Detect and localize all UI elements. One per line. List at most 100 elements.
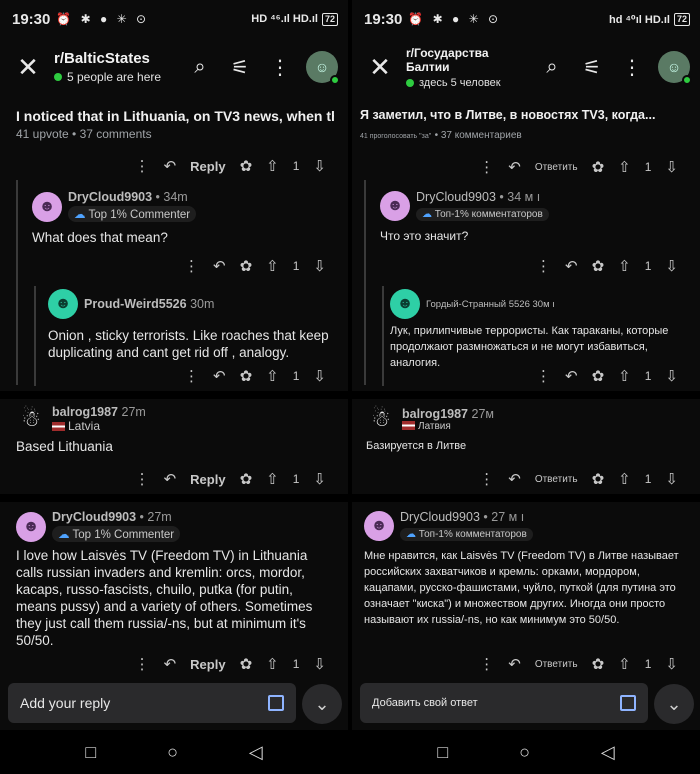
upvote-icon[interactable]: ⇧ [266,257,279,275]
downvote-icon[interactable]: ⇩ [313,367,326,385]
more-icon[interactable]: ⋮ [536,257,551,275]
award-icon[interactable]: ✿ [240,655,253,673]
avatar[interactable]: ☻ [364,511,394,541]
reply-icon[interactable]: ↶ [164,157,177,175]
reply-icon[interactable]: ↶ [565,257,578,275]
more-icon[interactable]: ⋮ [135,157,150,175]
upvote-icon[interactable]: ⇧ [618,257,631,275]
image-icon[interactable] [620,695,636,711]
chevron-down-icon[interactable]: ⌄ [302,684,342,724]
more-icon[interactable]: ⋮ [184,367,199,385]
avatar[interactable]: ☻ [48,289,78,319]
reply-button[interactable]: Ответить [535,659,578,670]
more-icon[interactable]: ⋮ [479,470,494,488]
avatar[interactable]: ☻ [380,191,410,221]
downvote-icon[interactable]: ⇩ [665,257,678,275]
snoo-avatar[interactable]: ☃ [16,404,46,434]
username[interactable]: DryCloud9903 [68,190,152,204]
more-icon[interactable]: ⋮ [184,257,199,275]
post-title[interactable]: I noticed that in Lithuania, on TV3 news… [16,108,334,124]
award-icon[interactable]: ✿ [240,257,253,275]
upvote-icon[interactable]: ⇧ [266,655,279,673]
image-icon[interactable] [268,695,284,711]
reply-icon[interactable]: ↶ [508,470,521,488]
award-icon[interactable]: ✿ [592,655,605,673]
home-icon[interactable]: ○ [519,742,530,763]
comment-text: Что это значит? [380,229,469,243]
recents-icon[interactable]: □ [437,742,448,763]
more-icon[interactable]: ⋮ [135,655,150,673]
filter-icon[interactable]: ⚟ [572,55,612,80]
reply-icon[interactable]: ↶ [508,158,521,176]
home-icon[interactable]: ○ [167,742,178,763]
downvote-icon[interactable]: ⇩ [665,655,678,673]
reply-icon[interactable]: ↶ [164,470,177,488]
award-icon[interactable]: ✿ [592,158,605,176]
filter-icon[interactable]: ⚟ [220,55,260,80]
upvote-icon[interactable]: ⇧ [266,367,279,385]
reply-button[interactable]: Reply [190,657,225,672]
reply-icon[interactable]: ↶ [213,257,226,275]
snoo-avatar[interactable]: ☃ [366,404,396,434]
more-icon[interactable]: ⋮ [479,655,494,673]
downvote-icon[interactable]: ⇩ [665,367,678,385]
user-avatar[interactable]: ☺ [658,51,692,85]
downvote-icon[interactable]: ⇩ [665,470,678,488]
avatar[interactable]: ☻ [390,289,420,319]
more-icon[interactable]: ⋮ [536,367,551,385]
more-icon[interactable]: ⋮ [135,470,150,488]
more-icon[interactable]: ⋮ [260,55,300,80]
close-icon[interactable]: ✕ [358,52,402,83]
reply-button[interactable]: Ответить [535,474,578,485]
reply-button[interactable]: Ответить [535,162,578,173]
award-icon[interactable]: ✿ [592,257,605,275]
reply-button[interactable]: Reply [190,472,225,487]
downvote-icon[interactable]: ⇩ [313,470,326,488]
upvote-icon[interactable]: ⇧ [618,655,631,673]
subreddit-name[interactable]: r/BalticStates [54,50,180,67]
back-icon[interactable]: ◁ [249,742,263,763]
close-icon[interactable]: ✕ [6,52,50,83]
chevron-down-icon[interactable]: ⌄ [654,684,694,724]
subreddit-name[interactable]: r/Государства Балтии [406,46,532,74]
more-icon[interactable]: ⋮ [612,55,652,80]
more-icon[interactable]: ⋮ [479,158,494,176]
avatar[interactable]: ☻ [16,511,46,542]
award-icon[interactable]: ✿ [240,157,253,175]
username[interactable]: balrog1987 [52,405,118,419]
reply-icon[interactable]: ↶ [508,655,521,673]
reply-button[interactable]: Reply [190,159,225,174]
username[interactable]: DryCloud9903 [416,190,496,204]
username[interactable]: Proud-Weird5526 [84,297,187,311]
username[interactable]: DryCloud9903 [52,510,136,524]
award-icon[interactable]: ✿ [592,367,605,385]
reply-icon[interactable]: ↶ [565,367,578,385]
downvote-icon[interactable]: ⇩ [665,158,678,176]
status-bar: 19:30 ⏰ ✱ ● ✳ ⊙ hd ⁴⁰ıl HD.ıl 72 [364,6,690,32]
downvote-icon[interactable]: ⇩ [313,157,326,175]
user-avatar[interactable]: ☺ [306,51,340,85]
reply-icon[interactable]: ↶ [213,367,226,385]
reply-icon[interactable]: ↶ [164,655,177,673]
back-icon[interactable]: ◁ [601,742,615,763]
downvote-icon[interactable]: ⇩ [313,655,326,673]
upvote-icon[interactable]: ⇧ [266,470,279,488]
username[interactable]: DryCloud9903 [400,510,480,524]
downvote-icon[interactable]: ⇩ [313,257,326,275]
post-title[interactable]: Я заметил, что в Литве, в новостях TV3, … [360,108,686,122]
search-icon[interactable]: ⌕ [532,56,572,79]
upvote-icon[interactable]: ⇧ [266,157,279,175]
upvote-icon[interactable]: ⇧ [618,158,631,176]
reply-input[interactable]: Добавить свой ответ [360,683,648,723]
award-icon[interactable]: ✿ [592,470,605,488]
upvote-icon[interactable]: ⇧ [618,367,631,385]
reply-input[interactable]: Add your reply [8,683,296,723]
username[interactable]: Гордый-Странный 5526 30м ı [426,299,555,310]
search-icon[interactable]: ⌕ [180,56,220,79]
recents-icon[interactable]: □ [85,742,96,763]
username[interactable]: balrog1987 [402,407,468,421]
award-icon[interactable]: ✿ [240,470,253,488]
upvote-icon[interactable]: ⇧ [618,470,631,488]
avatar[interactable]: ☻ [32,191,62,222]
award-icon[interactable]: ✿ [240,367,253,385]
